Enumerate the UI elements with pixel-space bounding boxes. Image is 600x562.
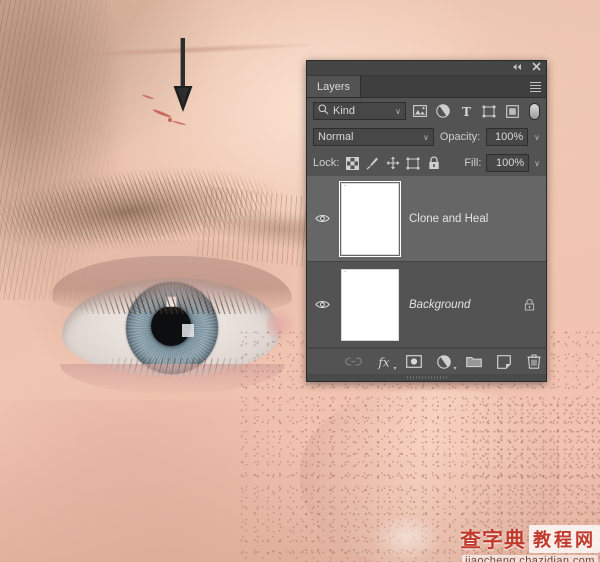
layer-thumbnail[interactable]: [341, 269, 399, 341]
panel-tabbar: Layers: [307, 76, 546, 98]
new-layer-button[interactable]: [495, 353, 513, 371]
layer-locked-icon: [520, 298, 538, 311]
tab-layers[interactable]: Layers: [307, 76, 361, 97]
tab-layers-label: Layers: [317, 81, 350, 93]
lock-all-icon[interactable]: [426, 155, 441, 171]
filter-type-layers-icon[interactable]: T: [458, 102, 475, 120]
lock-row: Lock:: [307, 150, 546, 176]
table-row[interactable]: Background: [307, 262, 546, 348]
fill-input[interactable]: 100%: [486, 154, 529, 172]
chevron-down-icon: ∨: [395, 107, 401, 116]
tabbar-empty-area: [361, 76, 524, 97]
layer-visibility-eye-icon[interactable]: [311, 299, 333, 310]
add-layer-mask-button[interactable]: [405, 353, 423, 371]
filter-kind-dropdown[interactable]: Kind ∨: [313, 102, 406, 120]
layers-panel-body: Kind ∨: [307, 98, 546, 381]
table-row[interactable]: Clone and Heal: [307, 176, 546, 262]
lock-artboard-nesting-icon[interactable]: [406, 155, 421, 171]
lock-image-pixels-icon[interactable]: [365, 155, 380, 171]
blend-mode-value: Normal: [318, 131, 353, 143]
link-layers-button[interactable]: [345, 353, 363, 371]
fill-value: 100%: [496, 157, 524, 169]
search-icon: [318, 104, 329, 118]
close-panel-icon[interactable]: [532, 62, 541, 74]
filter-shape-layers-icon[interactable]: [481, 102, 498, 120]
fill-label: Fill:: [464, 157, 481, 169]
layer-name-label: Clone and Heal: [407, 213, 538, 225]
screenshot-root: 查字典 教程网 jiaocheng.chazidian.com Lay: [0, 0, 600, 562]
lock-position-icon[interactable]: [385, 155, 400, 171]
chevron-down-icon: ∨: [423, 133, 429, 142]
opacity-value: 100%: [495, 131, 523, 143]
new-group-button[interactable]: [465, 353, 483, 371]
layers-panel: Layers Kind: [306, 60, 547, 382]
filter-smart-object-icon[interactable]: [504, 102, 521, 120]
down-arrow-annotation: [172, 38, 194, 114]
filter-pixel-layers-icon[interactable]: [412, 102, 429, 120]
blend-mode-row: Normal ∨ Opacity: 100% ∨: [307, 124, 546, 150]
fill-chevron-down-icon[interactable]: ∨: [534, 159, 540, 168]
layers-list: Clone and Heal: [307, 176, 546, 348]
filter-adjustment-layers-icon[interactable]: [435, 102, 452, 120]
chevron-down-icon: ▾: [393, 365, 396, 372]
opacity-label: Opacity:: [440, 131, 480, 143]
lock-transparent-pixels-icon[interactable]: [344, 155, 359, 171]
panel-menu-icon[interactable]: [524, 76, 546, 97]
opacity-input[interactable]: 100%: [486, 128, 528, 146]
panel-titlebar: [307, 61, 546, 76]
blend-mode-dropdown[interactable]: Normal ∨: [313, 128, 434, 146]
layer-visibility-eye-icon[interactable]: [311, 213, 333, 224]
catchlight-secondary: [182, 324, 194, 337]
layers-panel-footer: fx ▾ ▾: [307, 348, 546, 374]
svg-text:fx: fx: [377, 355, 389, 369]
new-fill-adjustment-layer-button[interactable]: ▾: [435, 353, 453, 371]
layer-thumbnail[interactable]: [341, 183, 399, 255]
bottom-vignette: [0, 442, 600, 562]
filter-kind-label: Kind: [333, 105, 355, 117]
filter-enable-toggle[interactable]: [529, 103, 540, 120]
layer-name-label: Background: [407, 299, 512, 311]
lock-label: Lock:: [313, 157, 339, 169]
svg-text:T: T: [462, 105, 471, 118]
delete-layer-button[interactable]: [525, 353, 543, 371]
collapse-panel-icon[interactable]: [512, 63, 522, 73]
chevron-down-icon: ▾: [453, 365, 456, 372]
opacity-chevron-down-icon[interactable]: ∨: [534, 133, 540, 142]
layer-filter-row: Kind ∨: [307, 98, 546, 124]
panel-resize-grip[interactable]: [307, 374, 546, 381]
layer-style-fx-button[interactable]: fx ▾: [375, 353, 393, 371]
